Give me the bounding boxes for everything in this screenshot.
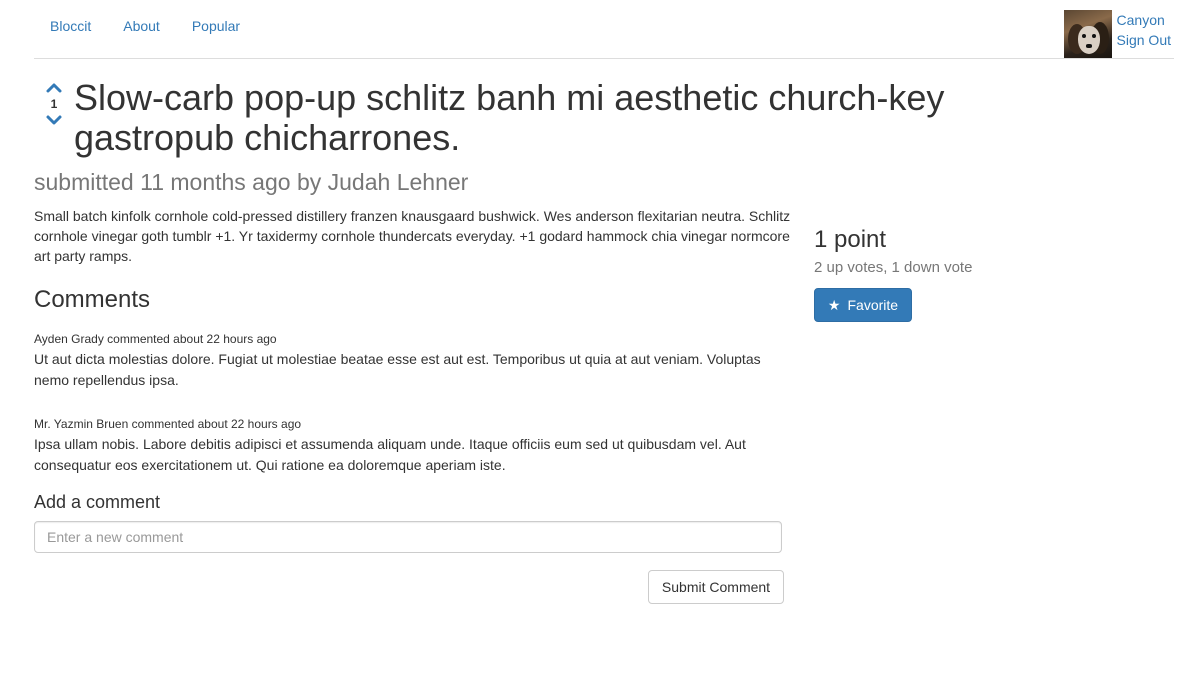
favorite-button[interactable]: ★ Favorite <box>814 288 912 322</box>
nav-link-popular[interactable]: Popular <box>176 18 256 34</box>
post-submitted-info: submitted 11 months ago by Judah Lehner <box>34 169 469 195</box>
comment-input[interactable] <box>34 521 782 553</box>
votes-detail: 2 up votes, 1 down vote <box>814 259 973 276</box>
points-total: 1 point <box>814 226 887 253</box>
post-title: Slow-carb pop-up schlitz banh mi aesthet… <box>74 77 945 158</box>
comment-text: Ut aut dicta molestias dolore. Fugiat ut… <box>34 351 761 388</box>
user-area: Canyon Sign Out <box>1063 10 1171 58</box>
chevron-down-icon[interactable] <box>45 114 63 128</box>
comment-item: Ayden Grady commented about 22 hours ago… <box>34 331 794 391</box>
favorite-label: Favorite <box>847 297 899 313</box>
vote-count: 1 <box>50 97 58 111</box>
comment-text: Ipsa ullam nobis. Labore debitis adipisc… <box>34 436 746 473</box>
user-name-link[interactable]: Canyon <box>1117 10 1171 30</box>
comment-item: Mr. Yazmin Bruen commented about 22 hour… <box>34 416 794 476</box>
star-icon: ★ <box>827 297 841 313</box>
comment-meta: Mr. Yazmin Bruen commented about 22 hour… <box>34 417 302 431</box>
sign-out-link[interactable]: Sign Out <box>1117 30 1171 50</box>
add-comment-heading: Add a comment <box>34 492 161 512</box>
submit-comment-button[interactable]: Submit Comment <box>648 570 784 604</box>
nav-link-bloccit[interactable]: Bloccit <box>34 18 107 34</box>
vote-controls: 1 <box>45 80 63 128</box>
comment-meta: Ayden Grady commented about 22 hours ago <box>34 332 277 346</box>
chevron-up-icon[interactable] <box>45 80 63 94</box>
top-navbar: Bloccit About Popular Canyon Sign Out <box>34 0 1174 59</box>
nav-links: Bloccit About Popular <box>34 0 256 52</box>
avatar[interactable] <box>1063 10 1112 58</box>
nav-link-about[interactable]: About <box>107 18 176 34</box>
user-links: Canyon Sign Out <box>1117 10 1171 50</box>
post-body: Small batch kinfolk cornhole cold-presse… <box>34 208 791 264</box>
comments-heading: Comments <box>34 286 151 313</box>
